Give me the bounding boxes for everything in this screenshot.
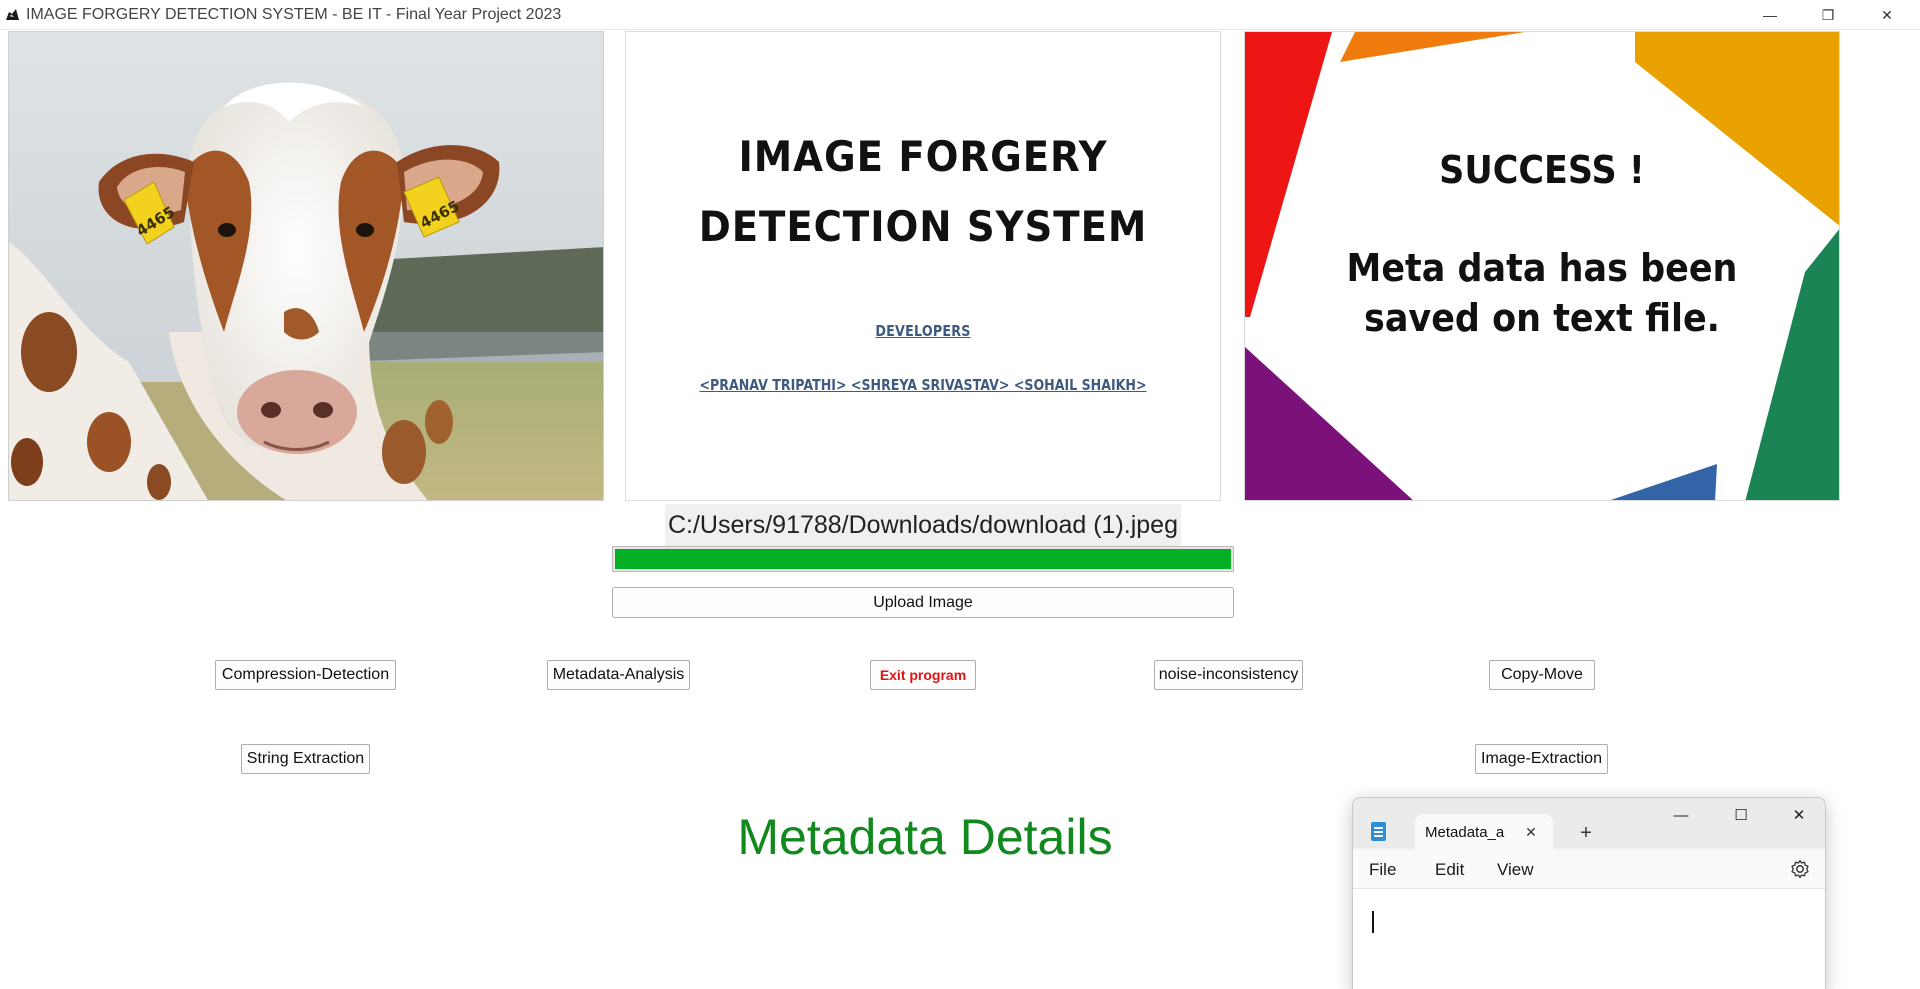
notepad-text-area[interactable] xyxy=(1353,888,1825,989)
close-icon: ✕ xyxy=(1881,6,1893,23)
maximize-icon: ☐ xyxy=(1734,807,1748,824)
menu-view[interactable]: View xyxy=(1497,860,1534,880)
restore-icon: ❐ xyxy=(1821,6,1835,23)
tab-close-icon[interactable]: ✕ xyxy=(1519,820,1543,844)
developers-heading: DEVELOPERS xyxy=(875,322,971,340)
noise-inconsistency-button[interactable]: noise-inconsistency xyxy=(1154,660,1303,690)
menu-file[interactable]: File xyxy=(1369,860,1396,880)
compression-detection-button[interactable]: Compression-Detection xyxy=(215,660,396,690)
poster-title-line1: IMAGE FORGERY xyxy=(738,132,1108,181)
notepad-minimize-button[interactable]: — xyxy=(1653,800,1709,830)
success-message-line1: Meta data has been xyxy=(1346,246,1738,290)
close-button[interactable]: ✕ xyxy=(1860,0,1914,30)
copy-move-button[interactable]: Copy-Move xyxy=(1489,660,1595,690)
window-title: IMAGE FORGERY DETECTION SYSTEM - BE IT -… xyxy=(26,6,562,23)
menu-edit[interactable]: Edit xyxy=(1435,860,1464,880)
notepad-icon xyxy=(1371,822,1386,841)
developers-names: <PRANAV TRIPATHI> <SHREYA SRIVASTAV> <SO… xyxy=(699,376,1147,394)
restore-button[interactable]: ❐ xyxy=(1801,0,1855,30)
file-path-label: C:/Users/91788/Downloads/download (1).jp… xyxy=(665,504,1181,546)
feather-icon xyxy=(6,9,19,20)
uploaded-image-panel: 4465 4465 xyxy=(8,31,604,501)
title-bar: IMAGE FORGERY DETECTION SYSTEM - BE IT -… xyxy=(0,0,1920,30)
exit-program-button[interactable]: Exit program xyxy=(870,660,976,690)
close-icon: ✕ xyxy=(1792,807,1806,824)
metadata-details-heading: Metadata Details xyxy=(737,809,1113,865)
success-message-line2: saved on text file. xyxy=(1364,296,1720,340)
project-title-poster: IMAGE FORGERY DETECTION SYSTEM DEVELOPER… xyxy=(625,31,1221,501)
minimize-icon: — xyxy=(1763,7,1777,23)
notepad-maximize-button[interactable]: ☐ xyxy=(1713,800,1769,830)
notepad-close-button[interactable]: ✕ xyxy=(1771,800,1825,830)
minimize-icon: — xyxy=(1673,806,1689,824)
notepad-tab[interactable]: Metadata_a ✕ xyxy=(1415,814,1553,850)
notepad-menu-bar: File Edit View xyxy=(1353,850,1825,888)
app-window: IMAGE FORGERY DETECTION SYSTEM - BE IT -… xyxy=(0,0,1920,989)
minimize-button[interactable]: — xyxy=(1743,0,1797,30)
cow-photo: 4465 4465 xyxy=(9,32,603,500)
poster-title-line2: DETECTION SYSTEM xyxy=(698,202,1148,251)
progress-fill xyxy=(615,549,1231,569)
notepad-tab-bar: Metadata_a ✕ + — ☐ ✕ xyxy=(1353,798,1825,850)
notepad-tab-label: Metadata_a xyxy=(1425,824,1505,841)
settings-gear-icon[interactable] xyxy=(1789,858,1811,880)
new-tab-button[interactable]: + xyxy=(1571,818,1601,848)
plus-icon: + xyxy=(1580,821,1592,844)
image-extraction-button[interactable]: Image-Extraction xyxy=(1475,744,1608,774)
text-caret xyxy=(1372,911,1374,933)
notepad-window: Metadata_a ✕ + — ☐ ✕ File Edit View xyxy=(1352,797,1826,989)
success-headline: SUCCESS ! xyxy=(1439,148,1645,192)
upload-image-button[interactable]: Upload Image xyxy=(612,587,1234,618)
string-extraction-button[interactable]: String Extraction xyxy=(241,744,370,774)
metadata-analysis-button[interactable]: Metadata-Analysis xyxy=(547,660,690,690)
success-poster: SUCCESS ! Meta data has been saved on te… xyxy=(1244,31,1840,501)
progress-bar xyxy=(612,546,1234,572)
